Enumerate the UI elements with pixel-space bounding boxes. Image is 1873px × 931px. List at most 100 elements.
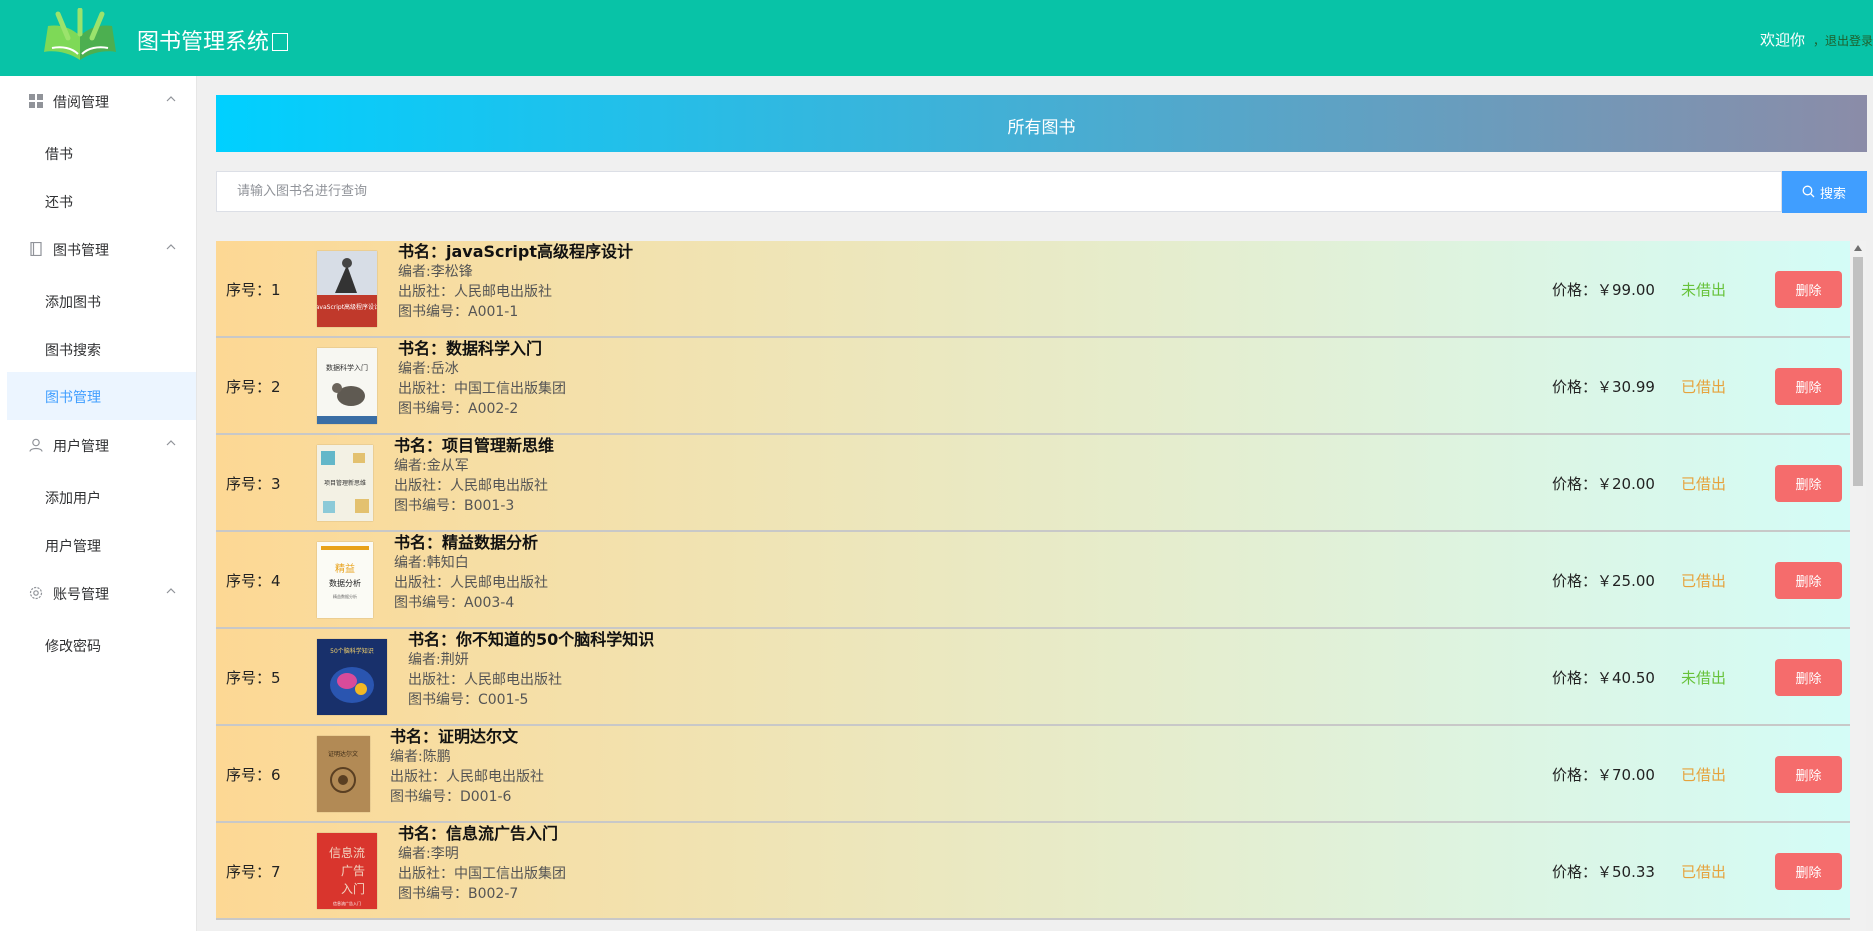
- page-banner: 所有图书: [216, 95, 1867, 152]
- search-input[interactable]: [216, 171, 1782, 212]
- book-publisher: 出版社：人民邮电出版社: [408, 672, 562, 688]
- book-cover-image: 信息流 广告 入门 信息流广告入门: [317, 833, 377, 909]
- book-publisher: 出版社：人民邮电出版社: [394, 575, 548, 591]
- logout-link[interactable]: ，退出登录: [1813, 34, 1873, 48]
- book-code: 图书编号：A001-1: [398, 304, 519, 320]
- sidebar-item-manage-users[interactable]: 用户管理: [7, 521, 196, 569]
- chevron-up-icon: [166, 244, 176, 250]
- book-publisher: 出版社：人民邮电出版社: [394, 478, 548, 494]
- book-cover-image: 证明达尔文: [317, 736, 370, 812]
- book-cover-image: JavaScript高级程序设计: [317, 251, 377, 327]
- status-badge: 已借出: [1681, 766, 1727, 784]
- row-index: 序号：7: [226, 863, 281, 881]
- row-index: 序号：2: [226, 378, 281, 396]
- book-publisher: 出版社：人民邮电出版社: [390, 769, 544, 785]
- delete-button[interactable]: 删除: [1775, 271, 1842, 308]
- status-badge: 已借出: [1681, 378, 1727, 396]
- book-price: 价格：￥20.00: [1552, 475, 1655, 493]
- sidebar-item-change-password[interactable]: 修改密码: [7, 621, 196, 669]
- sidebar-group-label: 借阅管理: [53, 95, 109, 111]
- sidebar-group-books[interactable]: 图书管理: [7, 226, 196, 272]
- search-icon: [1802, 185, 1815, 198]
- sidebar-item-add-user[interactable]: 添加用户: [7, 473, 196, 521]
- book-price: 价格：￥40.50: [1552, 669, 1655, 687]
- sidebar-item-return-book[interactable]: 还书: [7, 177, 196, 225]
- book-cover-image: 项目管理新思维: [317, 445, 373, 521]
- list-scrollbar[interactable]: [1850, 241, 1866, 931]
- book-row: 序号：7 信息流 广告 入门 信息流广告入门 书名：信息流广告入门 编者:李明 …: [216, 823, 1850, 920]
- book-price: 价格：￥70.00: [1552, 766, 1655, 784]
- sidebar-group-borrow[interactable]: 借阅管理: [7, 78, 196, 124]
- book-price: 价格：￥30.99: [1552, 378, 1655, 396]
- book-info: 书名：项目管理新思维 编者:金从军 出版社：人民邮电出版社 图书编号：B001-…: [394, 435, 554, 516]
- row-index: 序号：6: [226, 766, 281, 784]
- delete-button[interactable]: 删除: [1775, 659, 1842, 696]
- book-info: 书名：你不知道的50个脑科学知识 编者:荆妍 出版社：人民邮电出版社 图书编号：…: [408, 629, 654, 710]
- book-publisher: 出版社：人民邮电出版社: [398, 284, 552, 300]
- book-code: 图书编号：A002-2: [398, 401, 519, 417]
- book-author: 编者:岳冰: [398, 361, 459, 377]
- gear-icon: [29, 586, 43, 600]
- book-code: 图书编号：D001-6: [390, 789, 512, 805]
- sidebar-group-label: 图书管理: [53, 243, 109, 259]
- book-name: 书名：项目管理新思维: [394, 436, 555, 455]
- book-price: 价格：￥25.00: [1552, 572, 1655, 590]
- book-name: 书名：javaScript高级程序设计: [398, 242, 633, 261]
- book-code: 图书编号：A003-4: [394, 595, 515, 611]
- sidebar-item-borrow-book[interactable]: 借书: [7, 129, 196, 177]
- scroll-up-arrow-icon[interactable]: [1854, 245, 1862, 251]
- scroll-thumb[interactable]: [1853, 257, 1863, 486]
- book-row: 序号：5 50个脑科学知识 书名：你不知道的50个脑科学知识 编者:荆妍 出版社…: [216, 629, 1850, 726]
- book-cover-image: 数据科学入门: [317, 348, 377, 424]
- top-bar: 图书管理系统 欢迎你 ，退出登录: [0, 0, 1873, 76]
- sidebar-item-add-book[interactable]: 添加图书: [7, 277, 196, 325]
- welcome-area: 欢迎你 ，退出登录: [1760, 29, 1873, 50]
- book-name: 书名：证明达尔文: [390, 727, 519, 746]
- book-row: 序号：3 项目管理新思维 书名：项目管理新思维 编者:金从军 出版社：人民邮电出…: [216, 435, 1850, 532]
- svg-text:JavaScript高级程序设计: JavaScript高级程序设计: [317, 303, 377, 311]
- delete-button[interactable]: 删除: [1775, 562, 1842, 599]
- status-badge: 已借出: [1681, 863, 1727, 881]
- open-book-logo-icon: [44, 8, 116, 60]
- book-code: 图书编号：B002-7: [398, 886, 519, 902]
- user-icon: [29, 438, 43, 452]
- row-index: 序号：5: [226, 669, 281, 687]
- svg-text:信息流广告入门: 信息流广告入门: [333, 900, 361, 906]
- book-publisher: 出版社：中国工信出版集团: [398, 381, 566, 397]
- sidebar-item-search-book[interactable]: 图书搜索: [7, 325, 196, 373]
- chevron-up-icon: [166, 588, 176, 594]
- notebook-icon: [30, 242, 42, 256]
- sidebar-group-users[interactable]: 用户管理: [7, 422, 196, 468]
- book-info: 书名：精益数据分析 编者:韩知白 出版社：人民邮电出版社 图书编号：A003-4: [394, 532, 548, 613]
- book-author: 编者:荆妍: [408, 652, 469, 668]
- left-edge: [0, 76, 7, 931]
- search-button[interactable]: 搜索: [1782, 171, 1867, 213]
- sidebar: 借阅管理 借书 还书 图书管理 添加图书 图书搜索 图书管理 用户管理 添加用户…: [7, 76, 197, 931]
- svg-text:50个脑科学知识: 50个脑科学知识: [330, 647, 374, 655]
- svg-text:证明达尔文: 证明达尔文: [328, 750, 358, 758]
- book-author: 编者:李松锋: [398, 264, 473, 280]
- svg-text:精益数据分析: 精益数据分析: [333, 593, 357, 599]
- sidebar-item-manage-books[interactable]: 图书管理: [7, 372, 196, 420]
- book-cover-image: 50个脑科学知识: [317, 639, 387, 715]
- svg-text:信息流: 信息流: [329, 845, 365, 860]
- delete-button[interactable]: 删除: [1775, 465, 1842, 502]
- svg-text:广告: 广告: [341, 864, 365, 878]
- book-name: 书名：精益数据分析: [394, 533, 539, 552]
- svg-text:数据分析: 数据分析: [329, 578, 361, 588]
- book-author: 编者:韩知白: [394, 555, 469, 571]
- book-price: 价格：￥99.00: [1552, 281, 1655, 299]
- status-badge: 未借出: [1681, 669, 1727, 687]
- sidebar-group-account[interactable]: 账号管理: [7, 570, 196, 616]
- row-index: 序号：1: [226, 281, 281, 299]
- row-index: 序号：3: [226, 475, 281, 493]
- book-info: 书名：数据科学入门 编者:岳冰 出版社：中国工信出版集团 图书编号：A002-2: [398, 338, 566, 419]
- delete-button[interactable]: 删除: [1775, 368, 1842, 405]
- svg-text:数据科学入门: 数据科学入门: [326, 363, 368, 372]
- delete-button[interactable]: 删除: [1775, 756, 1842, 793]
- book-publisher: 出版社：中国工信出版集团: [398, 866, 566, 882]
- status-badge: 已借出: [1681, 572, 1727, 590]
- delete-button[interactable]: 删除: [1775, 853, 1842, 890]
- book-row: 序号：1 JavaScript高级程序设计 书名：javaScript高级程序设…: [216, 241, 1850, 338]
- book-info: 书名：javaScript高级程序设计 编者:李松锋 出版社：人民邮电出版社 图…: [398, 241, 633, 322]
